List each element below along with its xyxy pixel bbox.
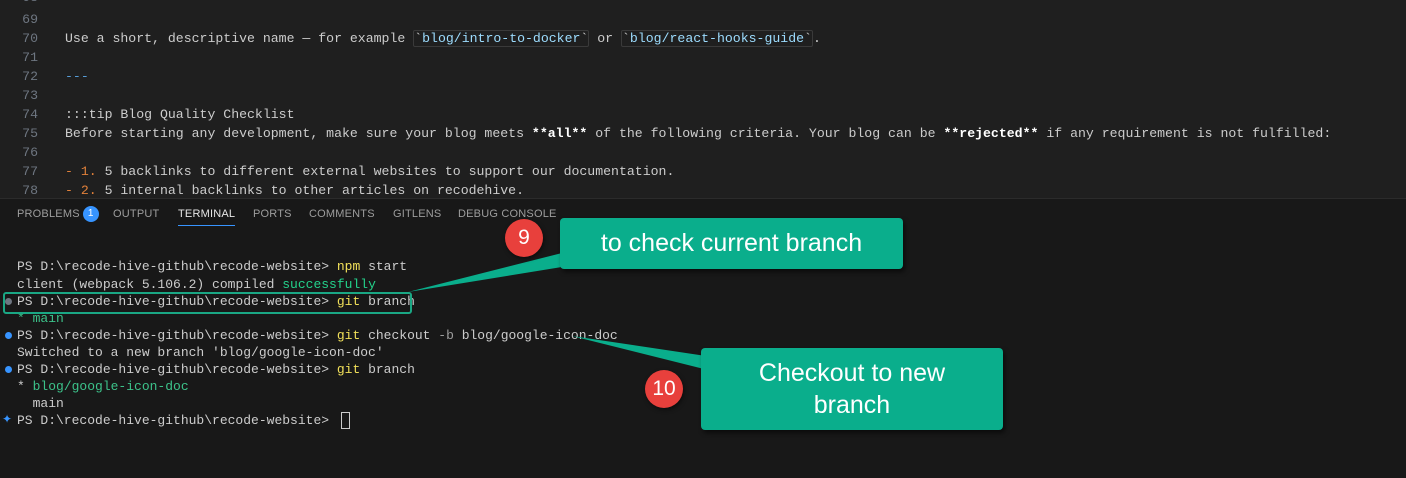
line-number: 68: [0, 0, 38, 7]
line-number: 78: [22, 183, 38, 198]
sparkle-icon[interactable]: ✦: [2, 412, 12, 426]
line-number: 72: [22, 69, 38, 84]
editor-line-76: 76: [0, 143, 65, 162]
line-number: 76: [22, 145, 38, 160]
text: or: [589, 31, 621, 46]
text: Use a short, descriptive name — for exam…: [65, 31, 414, 46]
callout-check-current-branch: to check current branch: [560, 218, 903, 269]
line-number: 73: [22, 88, 38, 103]
editor-line-74: 74:::tip Blog Quality Checklist: [0, 105, 295, 124]
editor-line-68: 68: [0, 0, 65, 7]
horizontal-rule: ---: [65, 69, 89, 84]
line-number: 75: [22, 126, 38, 141]
editor-line-71: 71: [0, 48, 65, 67]
text: :::tip Blog Quality Checklist: [65, 107, 295, 122]
callout-text-line: branch: [813, 391, 891, 419]
line-number: 70: [22, 31, 38, 46]
callout-text-line: Checkout to new: [758, 359, 946, 387]
line-number: 71: [22, 50, 38, 65]
tab-ports[interactable]: PORTS: [253, 208, 292, 220]
git-branch-highlight-box: [3, 292, 412, 314]
terminal-cursor: [340, 412, 350, 430]
line-number: 77: [22, 164, 38, 179]
terminal-prompt-line[interactable]: PS D:\recode-hive-github\recode-website>: [17, 412, 350, 430]
editor-pane[interactable]: 68 69 70 Use a short, descriptive name — …: [0, 0, 1406, 198]
editor-line-77: 77- 1. 5 backlinks to different external…: [0, 162, 674, 181]
step-9-badge: 9: [505, 219, 543, 257]
bold-text: **rejected**: [943, 126, 1039, 141]
tab-comments[interactable]: COMMENTS: [309, 208, 375, 220]
terminal-line: * blog/google-icon-doc: [17, 379, 189, 394]
terminal-line: PS D:\recode-hive-github\recode-website>…: [17, 259, 408, 274]
terminal-line: PS D:\recode-hive-github\recode-website>…: [17, 362, 415, 377]
editor-line-72: 72 ---: [0, 67, 89, 86]
tab-debug-console[interactable]: DEBUG CONSOLE: [458, 208, 557, 220]
editor-line-70: 70 Use a short, descriptive name — for ex…: [0, 29, 821, 48]
line-number: 74: [22, 107, 38, 122]
terminal-line: client (webpack 5.106.2) compiled succes…: [17, 277, 376, 292]
terminal-line: PS D:\recode-hive-github\recode-website>…: [17, 328, 618, 343]
editor-line-75: 75 Before starting any development, make …: [0, 124, 1331, 143]
editor-line-69: 69: [0, 10, 65, 29]
bold-text: **all**: [531, 126, 588, 141]
inline-code: `blog/intro-to-docker`: [413, 30, 590, 47]
inline-code: `blog/react-hooks-guide`: [621, 30, 813, 47]
tab-terminal[interactable]: TERMINAL: [178, 208, 236, 226]
tab-problems[interactable]: PROBLEMS 1: [17, 206, 99, 222]
callout-checkout-new-branch: Checkout to new branch: [701, 348, 1003, 430]
terminal-line: main: [17, 396, 64, 411]
tab-output[interactable]: OUTPUT: [113, 208, 159, 220]
command-status-dot[interactable]: [5, 366, 12, 373]
line-number: 69: [22, 12, 38, 27]
command-status-dot[interactable]: [5, 332, 12, 339]
editor-line-73: 73: [0, 86, 65, 105]
editor-line-78: 78- 2. 5 internal backlinks to other art…: [0, 181, 524, 198]
terminal-line: Switched to a new branch 'blog/google-ic…: [17, 345, 384, 360]
problems-count-badge: 1: [82, 206, 99, 222]
step-10-badge: 10: [645, 370, 683, 408]
tab-gitlens[interactable]: GITLENS: [393, 208, 441, 220]
